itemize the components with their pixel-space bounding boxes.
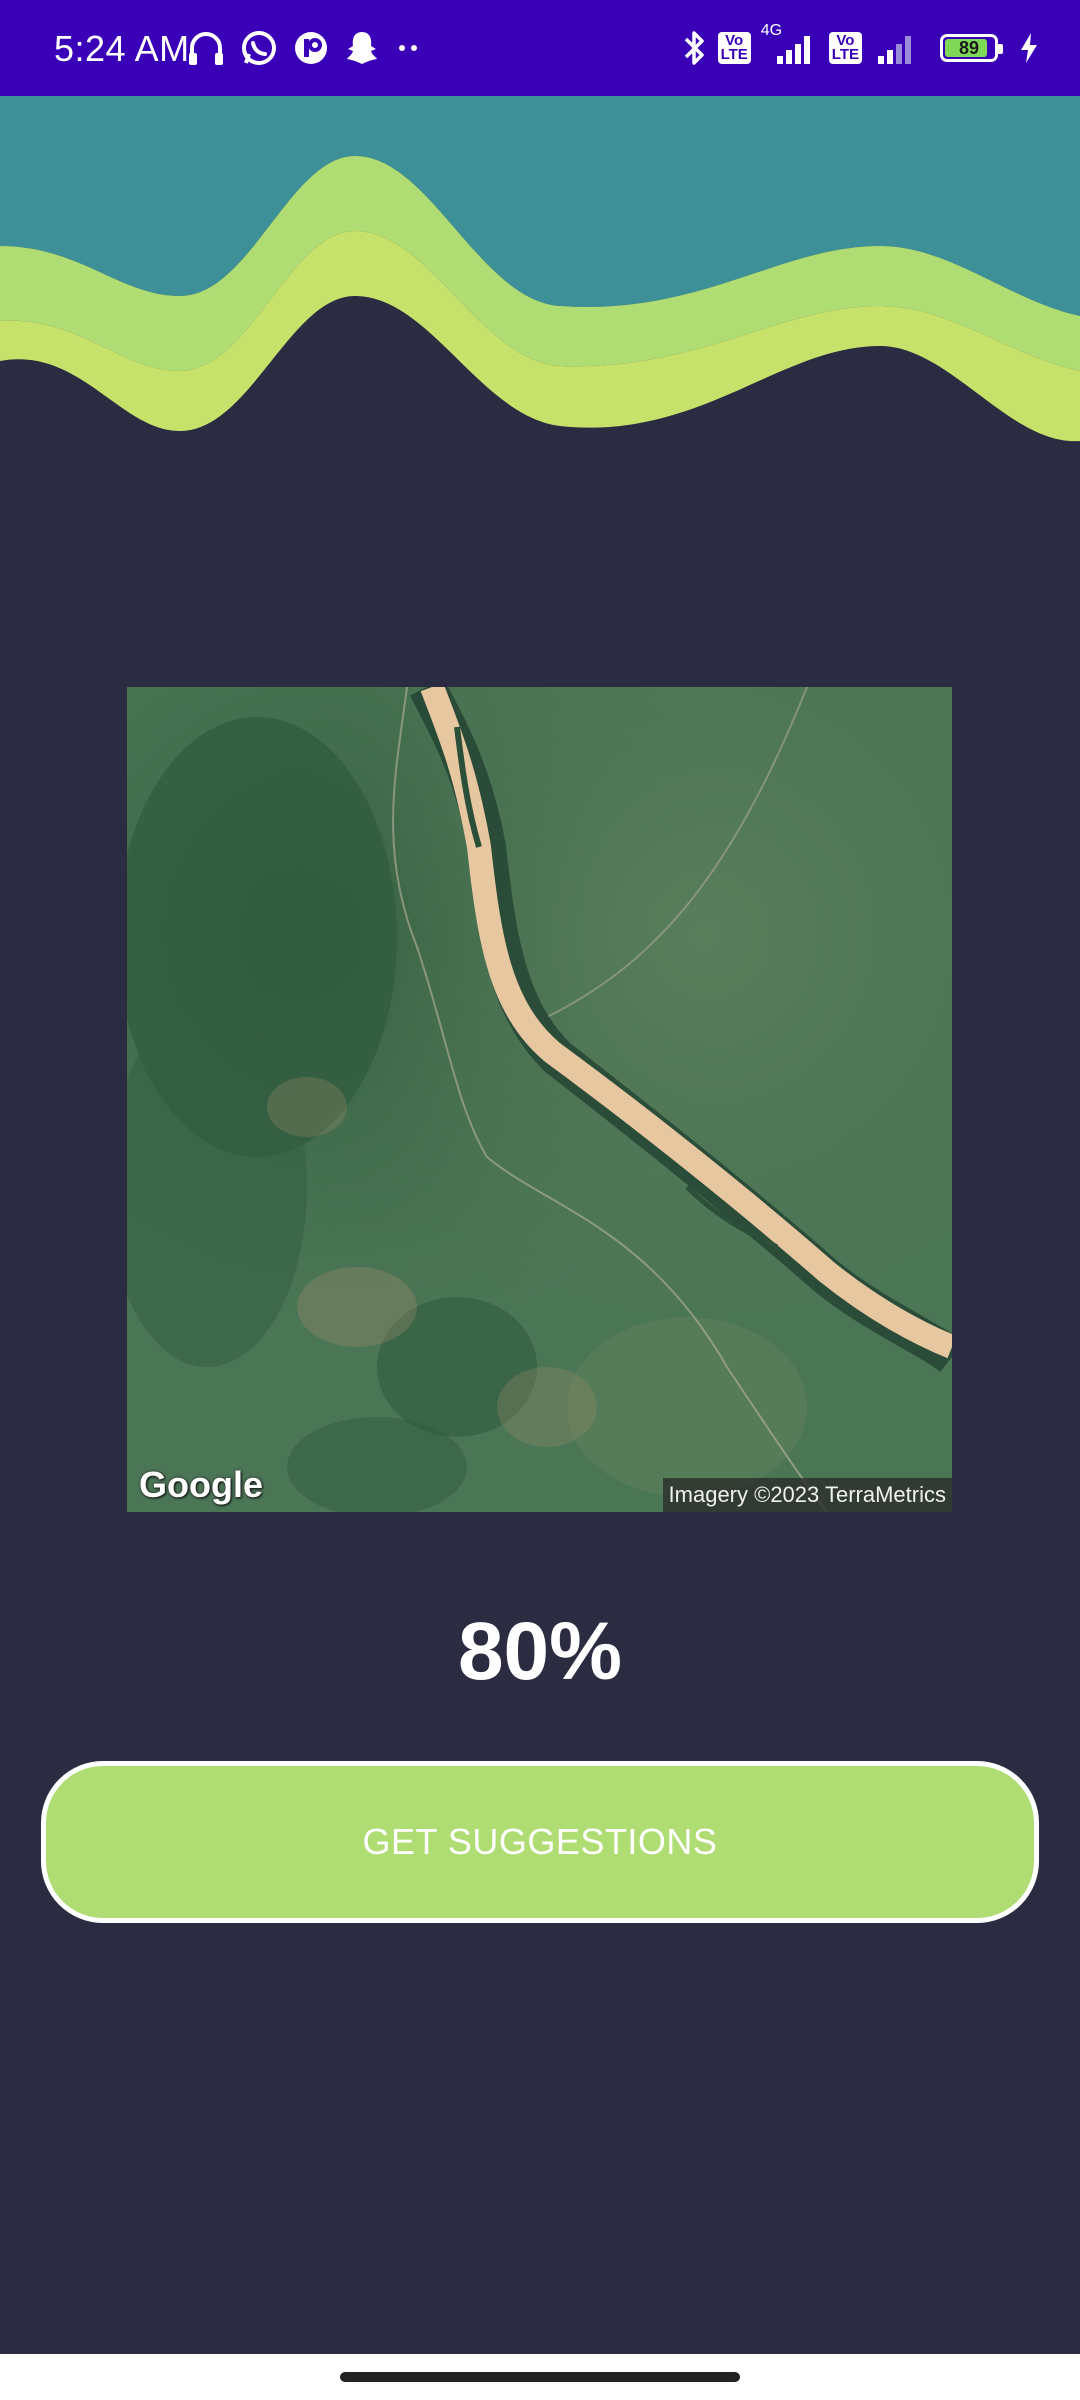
- map-attribution: Imagery ©2023 TerraMetrics: [662, 1478, 952, 1512]
- map-imagery: [127, 687, 952, 1512]
- more-dots-icon: [394, 38, 424, 58]
- battery-level: 89: [958, 38, 980, 58]
- bluetooth-icon: [682, 28, 708, 68]
- header-wave: [0, 96, 1080, 456]
- navigation-bar: [0, 2354, 1080, 2400]
- get-suggestions-button[interactable]: GET SUGGESTIONS: [41, 1761, 1039, 1923]
- network-type: 4G: [760, 22, 783, 39]
- whatsapp-icon: [240, 29, 278, 67]
- satellite-map[interactable]: Google Imagery ©2023 TerraMetrics: [127, 687, 952, 1512]
- charging-icon: [1018, 31, 1040, 65]
- signal-icon: 4G: [761, 22, 819, 68]
- pocket-icon: [292, 29, 330, 67]
- status-left-icons: [186, 26, 424, 70]
- headphones-icon: [186, 28, 226, 68]
- volte-icon: Vo LTE: [828, 32, 862, 64]
- status-time: 5:24 AM: [54, 28, 190, 69]
- volte-icon: Vo LTE: [717, 32, 751, 64]
- signal-icon: [872, 28, 924, 68]
- status-bar: 5:24 AM Vo LTE 4G Vo LTE 89: [0, 0, 1080, 96]
- result-percentage: 80%: [457, 1606, 623, 1697]
- snapchat-icon: [344, 29, 380, 67]
- battery-icon: 89: [940, 34, 1003, 62]
- home-indicator[interactable]: [340, 2372, 740, 2382]
- status-right-icons: Vo LTE 4G Vo LTE 89: [682, 22, 1040, 72]
- google-logo: Google: [139, 1464, 263, 1505]
